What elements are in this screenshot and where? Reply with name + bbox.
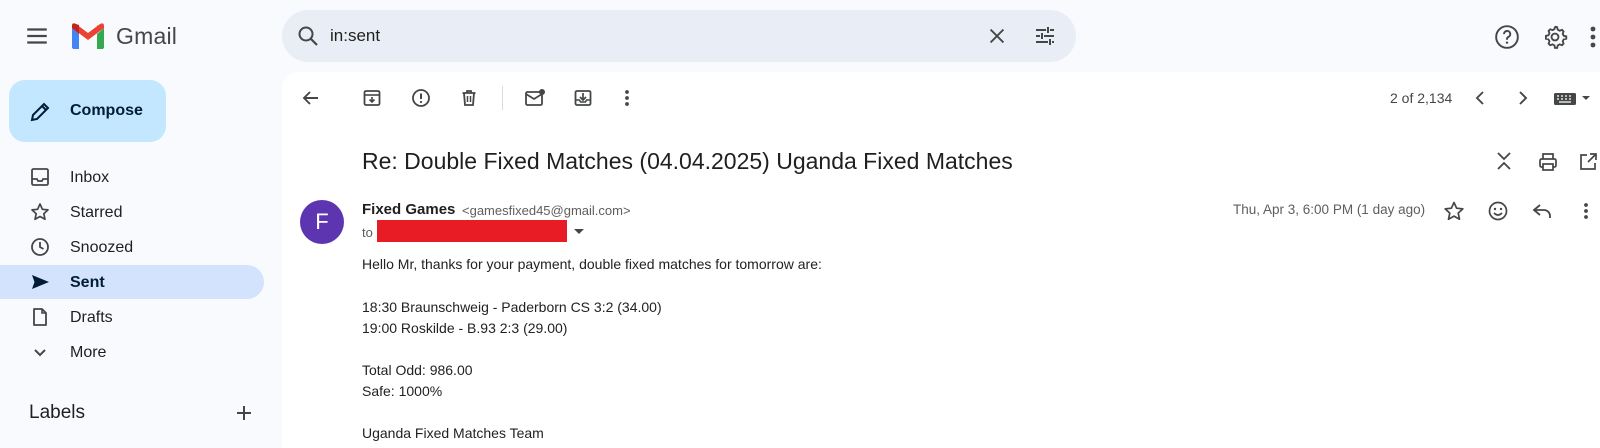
body-match-1: 18:30 Braunschweig - Paderborn CS 3:2 (3… xyxy=(362,299,662,315)
older-chevron-right-icon[interactable] xyxy=(1515,88,1531,108)
sidebar-item-snoozed[interactable]: Snoozed xyxy=(0,230,264,264)
show-details-caret-icon[interactable] xyxy=(573,228,585,236)
sidebar-item-sent[interactable]: Sent xyxy=(0,265,264,299)
clear-search-icon[interactable] xyxy=(986,25,1008,47)
star-toggle-icon[interactable] xyxy=(1443,200,1465,222)
body-greeting: Hello Mr, thanks for your payment, doubl… xyxy=(362,256,822,272)
collapse-all-icon[interactable] xyxy=(1495,150,1513,172)
print-icon[interactable] xyxy=(1538,152,1558,172)
more-options-icon[interactable] xyxy=(623,88,631,108)
help-icon[interactable] xyxy=(1494,24,1520,50)
mark-unread-icon[interactable] xyxy=(524,88,546,108)
body-match-2: 19:00 Roskilde - B.93 2:3 (29.00) xyxy=(362,320,568,336)
sidebar-item-label: Starred xyxy=(70,204,123,221)
message-date: Thu, Apr 3, 6:00 PM (1 day ago) xyxy=(1233,202,1426,217)
body-safe: Safe: 1000% xyxy=(362,383,443,399)
sidebar-item-label: Inbox xyxy=(70,169,110,186)
move-to-icon[interactable] xyxy=(573,88,593,108)
add-reaction-emoji-icon[interactable] xyxy=(1487,200,1509,222)
pencil-icon xyxy=(28,100,52,124)
body-total-odd: Total Odd: 986.00 xyxy=(362,362,473,378)
search-icon[interactable] xyxy=(296,24,320,48)
sidebar-item-label: Sent xyxy=(70,274,105,291)
sidebar-item-starred[interactable]: Starred xyxy=(0,195,264,229)
chevron-down-icon xyxy=(30,342,50,362)
sender-name[interactable]: Fixed Games xyxy=(362,201,455,219)
email-subject: Re: Double Fixed Matches (04.04.2025) Ug… xyxy=(362,148,1013,174)
app-name: Gmail xyxy=(116,23,178,49)
sidebar-item-more[interactable]: More xyxy=(0,335,264,369)
open-in-new-window-icon[interactable] xyxy=(1578,152,1598,172)
gmail-logo-icon xyxy=(72,23,104,49)
add-label-icon[interactable] xyxy=(235,404,253,422)
sender-email: <gamesfixed45@gmail.com> xyxy=(462,203,631,218)
gmail-logo[interactable] xyxy=(70,22,106,50)
clock-icon xyxy=(30,237,50,257)
search-options-icon[interactable] xyxy=(1033,24,1057,48)
main-menu-button[interactable] xyxy=(24,23,56,49)
search-input[interactable]: in:sent xyxy=(330,26,380,46)
settings-gear-icon[interactable] xyxy=(1542,24,1568,50)
labels-heading: Labels xyxy=(29,402,85,423)
compose-label: Compose xyxy=(70,102,143,119)
toolbar-divider xyxy=(502,86,503,110)
back-arrow-icon[interactable] xyxy=(301,88,321,108)
search-bar[interactable] xyxy=(282,10,1076,62)
delete-trash-icon[interactable] xyxy=(459,88,479,108)
inbox-icon xyxy=(30,167,50,187)
sender-avatar[interactable]: F xyxy=(300,200,344,244)
message-more-options-icon[interactable] xyxy=(1582,200,1590,222)
hamburger-icon xyxy=(27,28,47,44)
sidebar-item-drafts[interactable]: Drafts xyxy=(0,300,264,334)
newer-chevron-left-icon[interactable] xyxy=(1472,88,1488,108)
send-icon xyxy=(30,272,50,292)
star-icon xyxy=(30,202,50,222)
redacted-recipient xyxy=(377,220,567,242)
message-counter: 2 of 2,134 xyxy=(1390,90,1453,106)
sidebar-item-label: More xyxy=(70,344,107,361)
report-spam-icon[interactable] xyxy=(411,88,431,108)
draft-icon xyxy=(30,307,50,327)
recipient-to-label: to xyxy=(362,225,373,240)
input-tools-keyboard-icon[interactable] xyxy=(1553,90,1593,106)
reply-icon[interactable] xyxy=(1531,200,1553,222)
sidebar-item-inbox[interactable]: Inbox xyxy=(0,160,264,194)
sidebar-item-label: Drafts xyxy=(70,309,113,326)
archive-icon[interactable] xyxy=(362,88,382,108)
sidebar-item-label: Snoozed xyxy=(70,239,134,256)
apps-icon[interactable] xyxy=(1588,24,1598,50)
body-signature: Uganda Fixed Matches Team xyxy=(362,425,544,441)
